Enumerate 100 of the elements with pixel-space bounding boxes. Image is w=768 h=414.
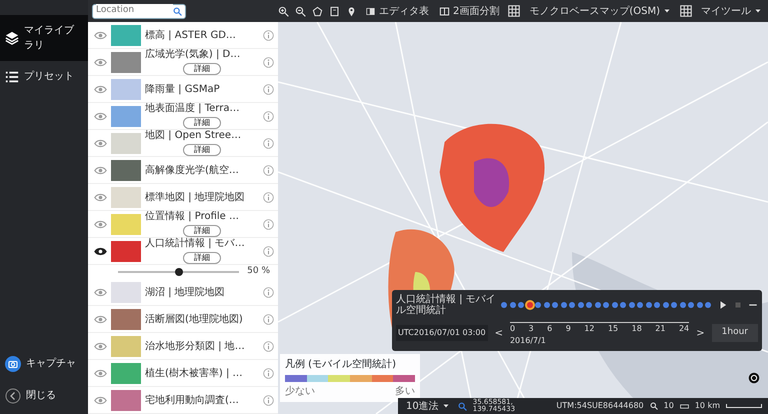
timeline-ruler[interactable]: 0 3 6 9 12 15 18 21 24 (510, 322, 690, 335)
time-step-dot[interactable] (696, 302, 702, 308)
layer-name: 広域光学(気象) | D… (145, 49, 240, 60)
tick-label: 12 (584, 323, 594, 335)
time-step-dot[interactable] (603, 302, 609, 308)
time-step-dot[interactable] (560, 302, 566, 308)
search-icon[interactable] (458, 402, 467, 410)
thumbnail-placeholder (111, 308, 141, 330)
grid-icon[interactable] (679, 4, 693, 18)
time-step-dot[interactable] (646, 302, 652, 308)
stop-icon[interactable] (733, 300, 743, 310)
info-icon[interactable] (263, 314, 274, 324)
datetime-label: UTC2016/07/01 03:00 (396, 325, 488, 341)
info-icon[interactable] (263, 394, 274, 406)
detail-button[interactable]: 詳細 (183, 224, 221, 237)
thumbnail-placeholder (111, 186, 141, 208)
time-step-dot[interactable] (552, 302, 558, 308)
tick-label: 3 (528, 323, 534, 335)
notation-select[interactable]: 10進法 (404, 398, 452, 414)
dropdown-button[interactable]: マイツール (699, 4, 764, 18)
time-step-dot[interactable] (569, 302, 575, 308)
zoom-out-icon[interactable] (294, 6, 306, 16)
legend-low-label: 少ない (285, 384, 315, 399)
sidebar-tab[interactable]: プリセット (0, 61, 88, 92)
thumbnail-placeholder (111, 336, 141, 356)
time-step-dot[interactable] (680, 302, 686, 308)
info-icon[interactable] (263, 246, 274, 256)
layer-name: 宅地利用動向調査(… (145, 394, 239, 406)
time-step-dot[interactable] (586, 302, 592, 308)
dropdown-button[interactable]: モノクロベースマップ(OSM) (527, 4, 673, 18)
tick-label: 0 (510, 323, 516, 335)
time-step-dot[interactable] (544, 302, 550, 308)
time-step-dot[interactable] (518, 302, 524, 308)
time-step-dot[interactable] (705, 302, 711, 308)
layer-name: 植生(樹木被害率) | … (145, 368, 243, 378)
layer-name: 標高 | ASTER GD… (145, 30, 236, 40)
time-panel-title: 人口統計情報 | モバイル空間統計 (396, 294, 496, 316)
document-icon[interactable] (328, 6, 340, 16)
time-step-dot[interactable] (501, 302, 507, 308)
sidebar-button[interactable]: キャプチャ (0, 348, 88, 380)
interval-select[interactable]: 1hour (712, 324, 758, 342)
time-step-dot[interactable] (662, 302, 668, 308)
info-icon[interactable] (263, 138, 274, 148)
info-icon[interactable] (263, 286, 274, 298)
next-button[interactable]: > (694, 326, 707, 340)
time-step-dot[interactable] (628, 302, 634, 308)
layer-name: 標準地図 | 地理院地図 (145, 192, 245, 202)
info-icon[interactable] (263, 56, 274, 68)
time-step-dot[interactable] (688, 302, 694, 308)
time-step-dot[interactable] (620, 302, 626, 308)
info-icon[interactable] (263, 368, 274, 378)
polygon-icon[interactable] (312, 6, 323, 16)
info-icon[interactable] (263, 30, 274, 40)
time-step-dot[interactable] (578, 302, 584, 308)
caret-icon (663, 7, 671, 15)
info-icon[interactable] (263, 84, 274, 94)
layer-name: 地表面温度 | Terra… (145, 103, 240, 114)
detail-button[interactable]: 詳細 (183, 144, 221, 156)
grid-icon[interactable] (507, 4, 522, 18)
layer-name: 地図 | Open Stree… (145, 130, 242, 142)
time-step-dot[interactable] (510, 302, 516, 308)
detail-button[interactable]: 詳細 (183, 116, 221, 129)
time-step-dot[interactable] (594, 302, 600, 308)
info-icon[interactable] (263, 110, 274, 122)
thumbnail-placeholder (111, 390, 141, 410)
detail-button[interactable]: 詳細 (183, 252, 221, 264)
thumbnail-placeholder (111, 78, 141, 100)
scale-text: 10 km (694, 400, 720, 412)
scale-bar (726, 404, 762, 408)
sidebar-tab[interactable]: マイライブラリ (0, 15, 88, 61)
layer-name: 活断層図(地理院地図) (145, 314, 243, 324)
info-icon[interactable] (263, 340, 274, 352)
opacity-reading: 50 % (247, 265, 270, 278)
compass-icon[interactable] (748, 372, 760, 384)
previous-button[interactable]: < (492, 326, 505, 340)
time-step-dot[interactable] (535, 302, 541, 308)
thumbnail-placeholder (111, 106, 141, 126)
thumbnail-placeholder (111, 24, 141, 46)
thumbnail-placeholder (111, 214, 141, 234)
search-field[interactable]: Location (92, 4, 186, 18)
play-icon[interactable] (718, 300, 728, 310)
detail-button[interactable]: 詳細 (183, 62, 221, 75)
legend-title: 凡例 (モバイル空間統計) (285, 358, 397, 372)
toolbar-button[interactable]: エディタ表 (362, 4, 431, 18)
time-step-dot[interactable] (671, 302, 677, 308)
info-icon[interactable] (263, 192, 274, 202)
time-step-dot[interactable] (526, 302, 532, 308)
time-step-dot[interactable] (637, 302, 643, 308)
layer-name: 高解像度光学(航空… (145, 164, 239, 176)
toolbar-button[interactable]: 2画面分割 (436, 4, 502, 18)
utm-text: UTM:54SUE86444680 (556, 400, 644, 412)
sidebar-button[interactable]: 閉じる (0, 380, 88, 412)
layer-name: 人口統計情報 | モバ… (145, 238, 245, 250)
info-icon[interactable] (263, 164, 274, 176)
zoom-level: 10 (664, 400, 674, 412)
time-step-dot[interactable] (612, 302, 618, 308)
zoom-in-icon[interactable] (278, 6, 289, 16)
thumbnail-placeholder (111, 240, 141, 262)
time-step-dot[interactable] (654, 302, 660, 308)
info-icon[interactable] (263, 218, 274, 230)
